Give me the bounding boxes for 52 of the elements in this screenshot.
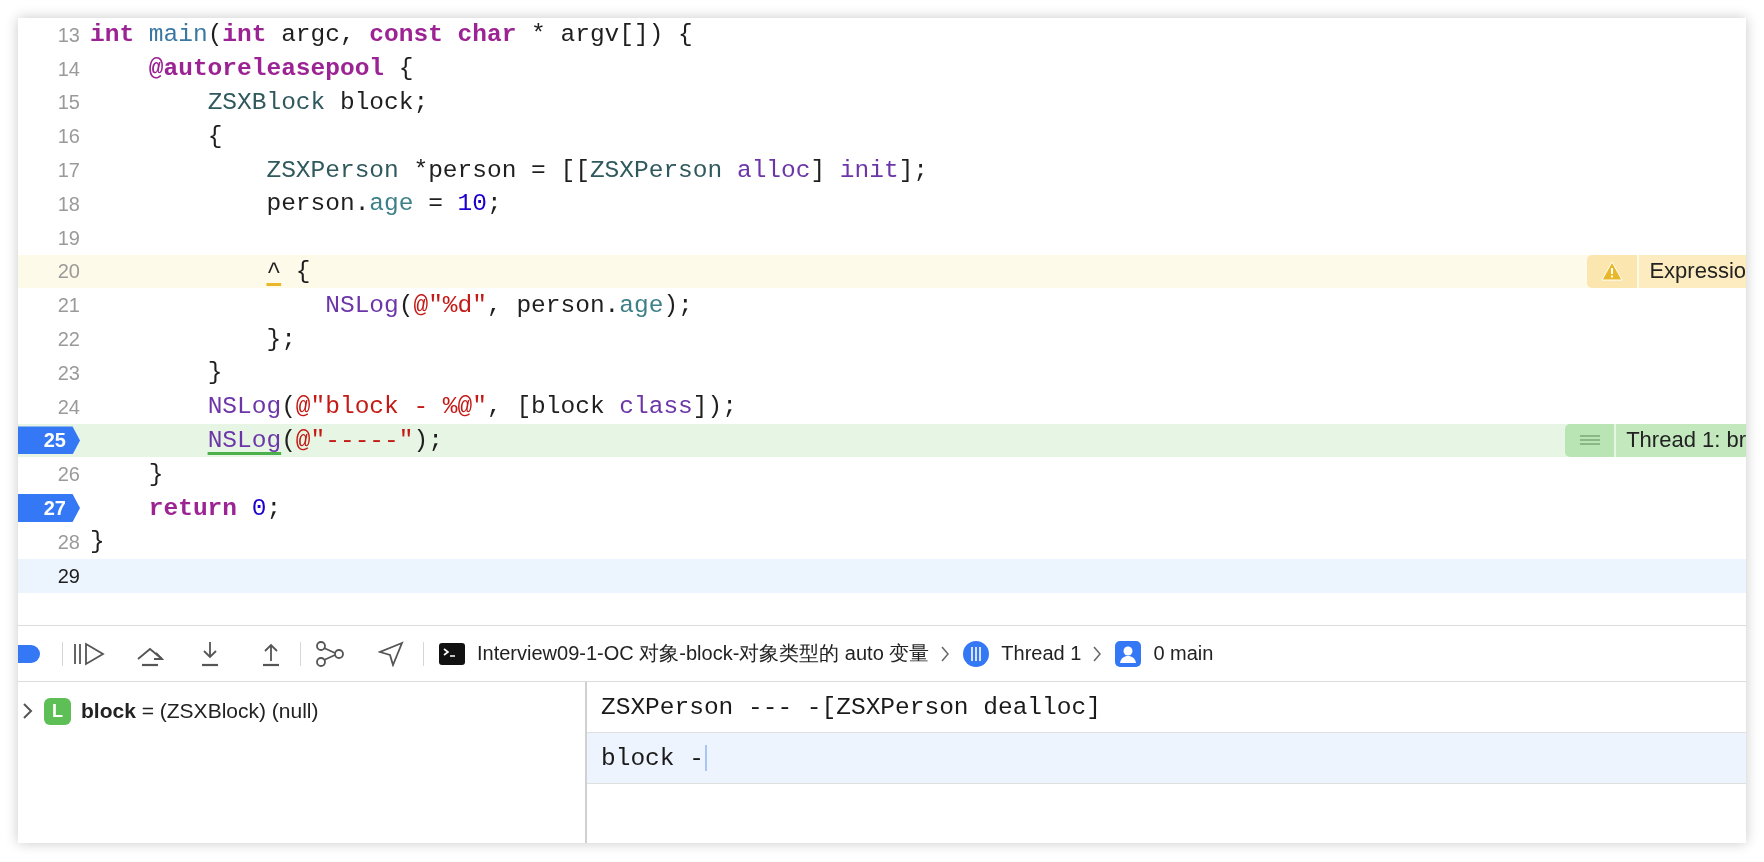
breakpoint-marker[interactable]: 25 [18,426,80,455]
line-number: 13 [56,22,80,48]
graph-icon[interactable] [316,640,344,667]
code-line: }; [265,325,296,353]
line-number: 18 [56,191,80,217]
breakpoints-toggle[interactable] [18,644,40,663]
terminal-icon [439,642,465,665]
line-number: 21 [56,293,80,319]
chevron-icon [1093,645,1102,662]
line-number: 17 [56,158,80,184]
code-line: ZSXBlock block; [206,89,429,116]
line-number: 20 [56,259,80,285]
code-line: person.age = 10; [265,190,502,218]
breadcrumb-item[interactable]: Thread 1 [1001,642,1082,665]
person-icon [1115,640,1142,667]
code-line: { [206,122,223,150]
lines-icon [1579,435,1600,446]
code-line: @autoreleasepool { [147,55,414,83]
line-number: 16 [56,124,80,150]
line-number: 28 [56,529,80,555]
annotation-message[interactable]: Thread 1: br [1616,423,1746,458]
line-number: 29 [56,563,80,589]
variable-value[interactable]: block = (ZSXBlock) (null) [81,699,319,723]
step-into-icon[interactable] [199,640,221,667]
continue-icon[interactable] [73,641,105,666]
code-line: } [147,460,164,488]
thread-icon [963,640,990,667]
line-number: 26 [56,462,80,488]
line-number: 24 [56,394,80,420]
disclosure-icon[interactable] [22,703,34,719]
breadcrumb-item[interactable]: 0 main [1153,642,1214,665]
chevron-icon [941,645,950,662]
line-number: 23 [56,360,80,386]
code-line: NSLog(@"-----"); [206,426,443,454]
line-number: 22 [56,327,80,353]
line-number: 14 [56,56,80,82]
code-line: } [90,528,105,556]
code-line: } [206,359,223,387]
annotation-message[interactable]: Expressio [1639,254,1746,289]
code-line: ^ { [265,257,311,285]
code-line: NSLog(@"block - %@", [block class]); [206,393,737,421]
warning-icon [1601,261,1624,282]
breadcrumb-item[interactable]: Interview09-1-OC 对象-block-对象类型的 auto 变量 [477,640,930,667]
breakpoint-marker[interactable]: 27 [18,494,80,523]
code-line: return 0; [147,494,282,522]
location-icon[interactable] [378,640,404,667]
code-line: ZSXPerson *person = [[ZSXPerson alloc] init]; [265,156,929,184]
code-line: int main(int argc, const char * argv[]) { [90,21,693,49]
line-number: 15 [56,90,80,116]
code-line: NSLog(@"%d", person.age); [324,291,693,319]
line-number: 19 [56,225,80,251]
local-badge: L [44,697,71,725]
